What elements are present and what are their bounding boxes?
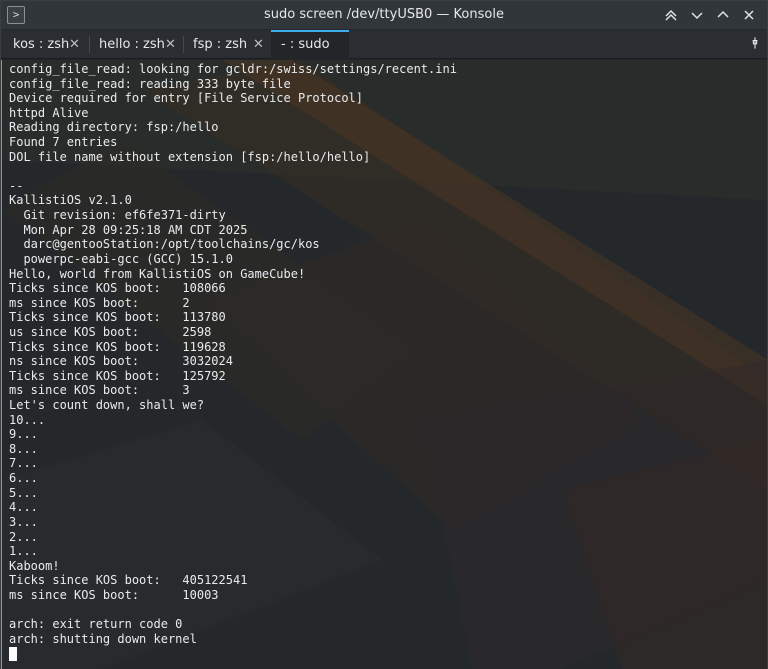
tab-sudo[interactable]: - : sudo xyxy=(271,30,349,59)
terminal-line: Hello, world from KallistiOS on GameCube… xyxy=(9,266,306,281)
window-controls xyxy=(661,5,759,25)
terminal-line: 3... xyxy=(9,514,38,529)
tab-label: fsp : zsh xyxy=(193,37,248,52)
terminal-line: arch: shutting down kernel xyxy=(9,631,197,646)
terminal-line: 8... xyxy=(9,441,38,456)
tab-label: kos : zsh xyxy=(13,37,70,52)
terminal-line: us since KOS boot: 2598 xyxy=(9,324,212,339)
terminal-line: Found 7 entries xyxy=(9,135,118,150)
terminal-line: Ticks since KOS boot: 125792 xyxy=(9,368,226,383)
terminal-line: ns since KOS boot: 3032024 xyxy=(9,354,233,369)
terminal-line: 9... xyxy=(9,427,38,442)
terminal-line: config_file_read: reading 333 byte file xyxy=(9,76,291,91)
tab-label: - : sudo xyxy=(281,37,330,52)
terminal-line: DOL file name without extension [fsp:/he… xyxy=(9,149,371,164)
close-tab-icon[interactable]: ✕ xyxy=(165,30,176,59)
terminal-line: 7... xyxy=(9,456,38,471)
terminal-line: Mon Apr 28 09:25:18 AM CDT 2025 xyxy=(9,222,248,237)
tab-hello[interactable]: hello : zsh ✕ xyxy=(89,30,183,59)
terminal-line: Reading directory: fsp:/hello xyxy=(9,120,219,135)
tab-bar: kos : zsh ✕ hello : zsh ✕ fsp : zsh ✕ - … xyxy=(1,30,767,59)
terminal-line: Let's count down, shall we? xyxy=(9,398,205,413)
terminal-line: Kaboom! xyxy=(9,558,60,573)
pin-icon[interactable] xyxy=(751,36,759,53)
terminal-line: Ticks since KOS boot: 405122541 xyxy=(9,573,248,588)
close-tab-icon[interactable]: ✕ xyxy=(253,30,264,59)
terminal-line: Ticks since KOS boot: 108066 xyxy=(9,281,226,296)
title-bar[interactable]: > sudo screen /dev/ttyUSB0 — Konsole xyxy=(1,1,767,30)
terminal-line: -- xyxy=(9,178,24,193)
terminal-line: ms since KOS boot: 10003 xyxy=(9,587,219,602)
terminal-line: powerpc-eabi-gcc (GCC) 15.1.0 xyxy=(9,251,233,266)
close-tab-icon[interactable]: ✕ xyxy=(69,30,80,59)
terminal-line: 5... xyxy=(9,485,38,500)
terminal-line: arch: exit return code 0 xyxy=(9,617,183,632)
terminal-line: Ticks since KOS boot: 119628 xyxy=(9,339,226,354)
konsole-window: > sudo screen /dev/ttyUSB0 — Konsole kos… xyxy=(0,0,768,669)
minimize-icon[interactable] xyxy=(687,5,707,25)
tab-label: hello : zsh xyxy=(99,37,165,52)
terminal-line: Device required for entry [File Service … xyxy=(9,91,364,106)
terminal-output: config_file_read: looking for gcldr:/swi… xyxy=(9,62,457,646)
keep-above-icon[interactable] xyxy=(661,5,681,25)
terminal-line: ms since KOS boot: 2 xyxy=(9,295,190,310)
terminal-line: Ticks since KOS boot: 113780 xyxy=(9,310,226,325)
maximize-icon[interactable] xyxy=(713,5,733,25)
terminal-line: 2... xyxy=(9,529,38,544)
terminal-line: 4... xyxy=(9,500,38,515)
text-cursor xyxy=(9,647,17,661)
terminal-view[interactable]: config_file_read: looking for gcldr:/swi… xyxy=(1,60,767,669)
terminal-line: config_file_read: looking for gcldr:/swi… xyxy=(9,62,457,76)
terminal-line: 1... xyxy=(9,544,38,559)
terminal-line: httpd Alive xyxy=(9,105,89,120)
window-title: sudo screen /dev/ttyUSB0 — Konsole xyxy=(264,7,504,22)
terminal-line: Git revision: ef6fe371-dirty xyxy=(9,208,226,223)
terminal-line: ms since KOS boot: 3 xyxy=(9,383,190,398)
tab-fsp[interactable]: fsp : zsh ✕ xyxy=(183,30,271,59)
terminal-line: KallistiOS v2.1.0 xyxy=(9,193,132,208)
terminal-line: 6... xyxy=(9,471,38,486)
tab-kos[interactable]: kos : zsh ✕ xyxy=(3,30,87,59)
terminal-line: 10... xyxy=(9,412,46,427)
terminal-line: darc@gentooStation:/opt/toolchains/gc/ko… xyxy=(9,237,320,252)
close-icon[interactable] xyxy=(739,5,759,25)
